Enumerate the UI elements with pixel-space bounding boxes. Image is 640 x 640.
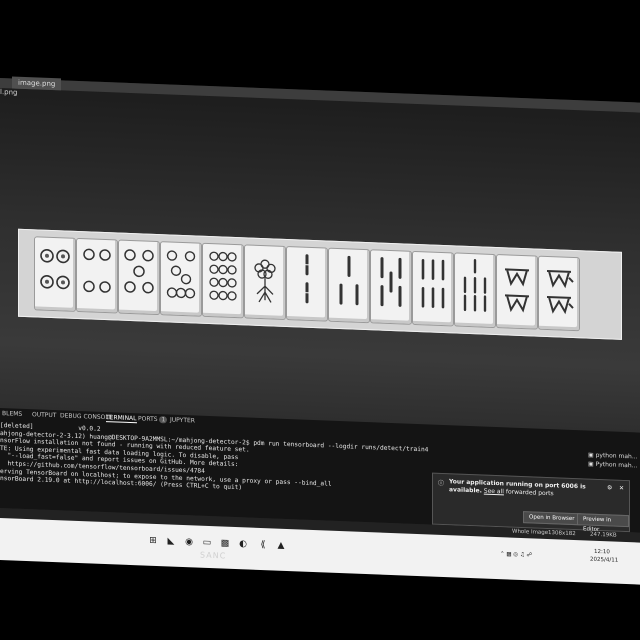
- tile-flower: [244, 244, 286, 320]
- status-file-size: 247.19KB: [590, 531, 617, 539]
- file-explorer-icon[interactable]: ▭: [202, 538, 212, 548]
- tab-ports[interactable]: PORTS 1: [138, 415, 168, 424]
- start-icon[interactable]: ⊞: [148, 536, 158, 546]
- edge-icon[interactable]: ◐: [238, 539, 248, 549]
- tile-character-2: [538, 255, 580, 332]
- vscode-icon[interactable]: ⟪: [258, 540, 268, 550]
- tile-bamboo-3: [328, 247, 370, 324]
- terminal-output[interactable]: [deleted] v0.0.2 ahjong-detector-2-3.12)…: [0, 422, 440, 523]
- ports-count-badge: 1: [159, 416, 168, 424]
- tab-output[interactable]: OUTPUT: [32, 411, 56, 419]
- terminal-session[interactable]: ▣ Python mah...: [588, 460, 640, 471]
- terminal-session-label: Python mah...: [595, 460, 638, 470]
- terminal-icon: ▣: [588, 451, 594, 459]
- open-in-browser-button[interactable]: Open in Browser: [523, 511, 581, 526]
- monitor-brand-logo: SANC: [199, 550, 227, 561]
- taskbar-date: 2025/4/11: [590, 556, 619, 564]
- close-icon[interactable]: ✕: [619, 485, 624, 492]
- mahjong-tile-strip: [18, 228, 622, 340]
- tab-jupyter[interactable]: JUPYTER: [170, 417, 195, 425]
- tile-circle-3: [118, 239, 160, 316]
- see-all-link[interactable]: See all: [484, 488, 504, 496]
- tile-circle-2: [76, 237, 118, 314]
- terminal-session-list: ▣ python mah... ▣ Python mah...: [588, 451, 640, 471]
- tile-bamboo-6: [412, 250, 454, 327]
- tile-character-1: [496, 254, 538, 330]
- port-forward-notification: ⓘ ⚙ ✕ Your application running on port 6…: [432, 472, 630, 533]
- status-dimensions: 1308x182: [548, 530, 576, 538]
- chrome-icon[interactable]: ◉: [184, 537, 194, 547]
- tile-bamboo-5: [370, 249, 412, 325]
- notification-message-rest: forwarded ports: [505, 488, 554, 498]
- tile-bamboo-7: [454, 252, 496, 329]
- image-viewer: [0, 90, 640, 435]
- info-icon: ⓘ: [438, 479, 445, 488]
- tab-terminal[interactable]: TERMINAL: [106, 414, 137, 424]
- gear-icon[interactable]: ⚙: [607, 484, 612, 491]
- status-whole-image[interactable]: Whole Image: [512, 529, 548, 536]
- tile-circle-5: [202, 242, 244, 319]
- taskbar-time: 12:10: [594, 548, 610, 556]
- tray-icons[interactable]: ⌃ ▦ ◎ ♫ ☍: [500, 551, 532, 558]
- terminal-icon: ▣: [588, 460, 594, 468]
- preview-in-editor-button[interactable]: Preview in Editor: [577, 513, 629, 533]
- tile-bamboo-2: [286, 245, 328, 322]
- tab-ports-label: PORTS: [138, 415, 158, 424]
- terminal-app-icon[interactable]: ▩: [220, 538, 230, 548]
- tab-debug-console[interactable]: DEBUG CONSOLE: [60, 412, 113, 421]
- photo: image.png l.png BLEMS OUTPUT DEBUG CONSO…: [0, 0, 640, 640]
- tile-circle-1: [34, 236, 76, 312]
- tab-problems[interactable]: BLEMS: [2, 410, 22, 418]
- monitor-screen: image.png l.png BLEMS OUTPUT DEBUG CONSO…: [0, 76, 640, 585]
- linux-icon[interactable]: ▲: [276, 541, 286, 551]
- editor-tab-image[interactable]: image.png: [12, 76, 62, 91]
- widgets-icon[interactable]: ◣: [166, 536, 176, 546]
- tile-circle-4: [160, 241, 202, 317]
